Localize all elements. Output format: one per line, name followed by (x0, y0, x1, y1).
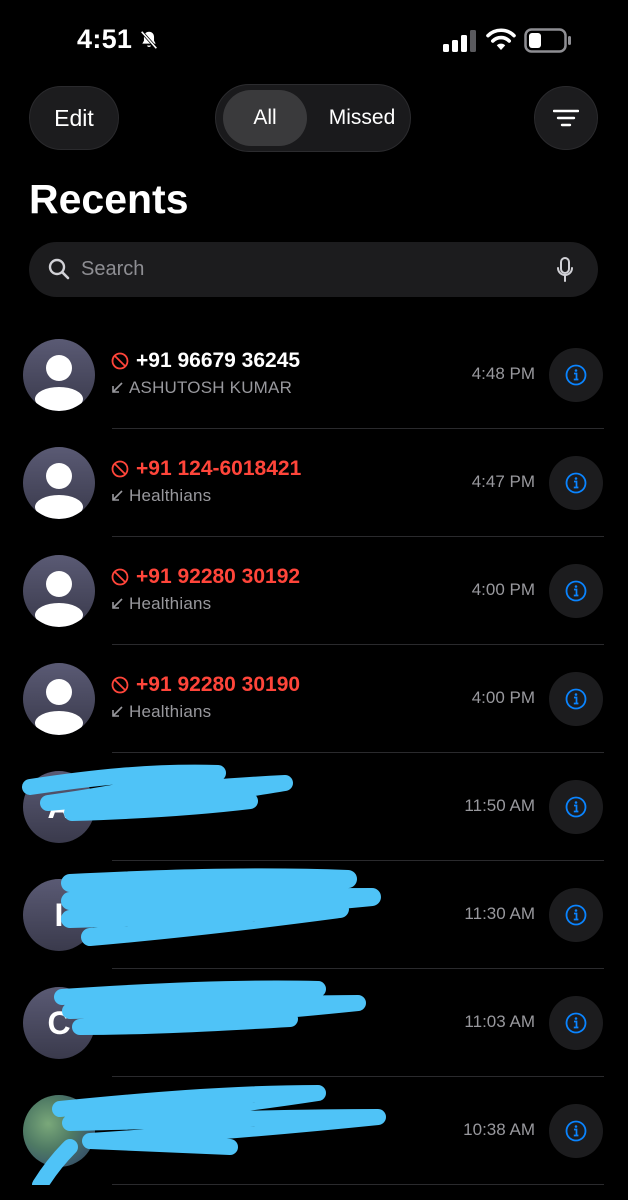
call-name-line: +91 92280 30192 (111, 565, 451, 589)
clock: 4:51 (77, 24, 133, 54)
call-time: 11:30 AM (464, 904, 535, 923)
call-name-line: +91 124-6018421 (111, 457, 451, 481)
person-placeholder-icon (35, 355, 83, 411)
info-button[interactable] (549, 672, 603, 726)
avatar (23, 339, 95, 411)
call-row[interactable]: +91 96679 36245 ASHUTOSH KUMAR 4:48 PM (0, 321, 628, 429)
info-icon (565, 688, 587, 710)
call-details: +91 96679 36245 ASHUTOSH KUMAR (111, 349, 451, 398)
avatar-photo (23, 1095, 95, 1167)
incoming-call-arrow-icon (112, 490, 123, 501)
call-name-line: +91 96679 36245 (111, 349, 451, 373)
call-details: +91 92280 30192 Healthians (111, 565, 451, 614)
call-row[interactable]: C 11:03 AM (0, 969, 628, 1077)
info-button[interactable] (549, 456, 603, 510)
info-icon (565, 1012, 587, 1034)
call-filter-segmented-control: All Missed (215, 84, 411, 152)
avatar (23, 447, 95, 519)
call-row[interactable]: +91 124-6018421 Healthians 4:47 PM (0, 429, 628, 537)
avatar (23, 663, 95, 735)
caller-name: +91 92280 30192 (136, 565, 301, 588)
info-button[interactable] (549, 1104, 603, 1158)
call-time: 10:38 AM (463, 1120, 535, 1139)
status-time: 4:51 (77, 24, 160, 55)
status-bar: 4:51 (0, 0, 628, 84)
blocked-icon (111, 352, 129, 370)
filter-button[interactable] (534, 86, 598, 150)
blocked-icon (111, 676, 129, 694)
avatar: A (23, 771, 95, 843)
call-row[interactable]: +91 92280 30192 Healthians 4:00 PM (0, 537, 628, 645)
call-time: 11:50 AM (464, 796, 535, 815)
info-button[interactable] (549, 780, 603, 834)
caller-name: +91 124-6018421 (136, 457, 302, 480)
caller-name: +91 92280 30190 (136, 673, 301, 696)
call-row[interactable]: I 11:30 AM (0, 861, 628, 969)
battery-icon (524, 28, 571, 53)
blocked-icon (111, 460, 129, 478)
call-time: 4:00 PM (471, 580, 535, 599)
call-time: 11:03 AM (464, 1012, 535, 1031)
cellular-signal-icon (443, 30, 476, 52)
avatar (23, 555, 95, 627)
call-subtitle-line: Healthians (111, 486, 451, 506)
caller-subtitle: Healthians (129, 486, 212, 505)
person-placeholder-icon (35, 463, 83, 519)
search-icon (48, 258, 70, 280)
wifi-icon (486, 28, 516, 50)
avatar-initial: I (54, 897, 64, 933)
info-icon (565, 580, 587, 602)
call-time: 4:48 PM (471, 364, 535, 383)
call-subtitle-line: Healthians (111, 702, 451, 722)
edit-button[interactable]: Edit (29, 86, 119, 150)
call-row[interactable]: +91 92280 30190 Healthians 4:00 PM (0, 645, 628, 753)
incoming-call-arrow-icon (112, 706, 123, 717)
incoming-call-arrow-icon (112, 598, 123, 609)
call-subtitle-line: Healthians (111, 594, 451, 614)
info-icon (565, 472, 587, 494)
tab-missed[interactable]: Missed (316, 90, 408, 146)
call-details: +91 92280 30190 Healthians (111, 673, 451, 722)
caller-subtitle: Healthians (129, 702, 212, 721)
info-button[interactable] (549, 996, 603, 1050)
filter-lines-icon (553, 109, 579, 127)
avatar: C (23, 987, 95, 1059)
call-row[interactable]: 10:38 AM (0, 1077, 628, 1185)
microphone-icon[interactable] (556, 257, 574, 283)
call-name-line: +91 92280 30190 (111, 673, 451, 697)
person-placeholder-icon (35, 571, 83, 627)
bell-slash-icon (140, 30, 158, 49)
tab-all[interactable]: All (223, 90, 307, 146)
caller-name: +91 96679 36245 (136, 349, 301, 372)
info-button[interactable] (549, 564, 603, 618)
call-time: 4:00 PM (471, 688, 535, 707)
avatar-initial: A (47, 789, 71, 825)
person-placeholder-icon (35, 679, 83, 735)
blocked-icon (111, 568, 129, 586)
search-bar[interactable]: Search (29, 242, 598, 297)
caller-subtitle: ASHUTOSH KUMAR (129, 378, 293, 397)
recents-list: +91 96679 36245 ASHUTOSH KUMAR 4:48 PM +… (0, 321, 628, 1185)
search-input[interactable]: Search (81, 242, 144, 297)
incoming-call-arrow-icon (112, 382, 123, 393)
info-icon (565, 904, 587, 926)
call-time: 4:47 PM (471, 472, 535, 491)
info-icon (565, 796, 587, 818)
call-details: +91 124-6018421 Healthians (111, 457, 451, 506)
info-icon (565, 364, 587, 386)
info-icon (565, 1120, 587, 1142)
info-button[interactable] (549, 888, 603, 942)
page-title: Recents (29, 176, 189, 222)
caller-subtitle: Healthians (129, 594, 212, 613)
call-row[interactable]: A 11:50 AM (0, 753, 628, 861)
info-button[interactable] (549, 348, 603, 402)
avatar-initial: C (47, 1005, 71, 1041)
avatar: I (23, 879, 95, 951)
call-subtitle-line: ASHUTOSH KUMAR (111, 378, 451, 398)
